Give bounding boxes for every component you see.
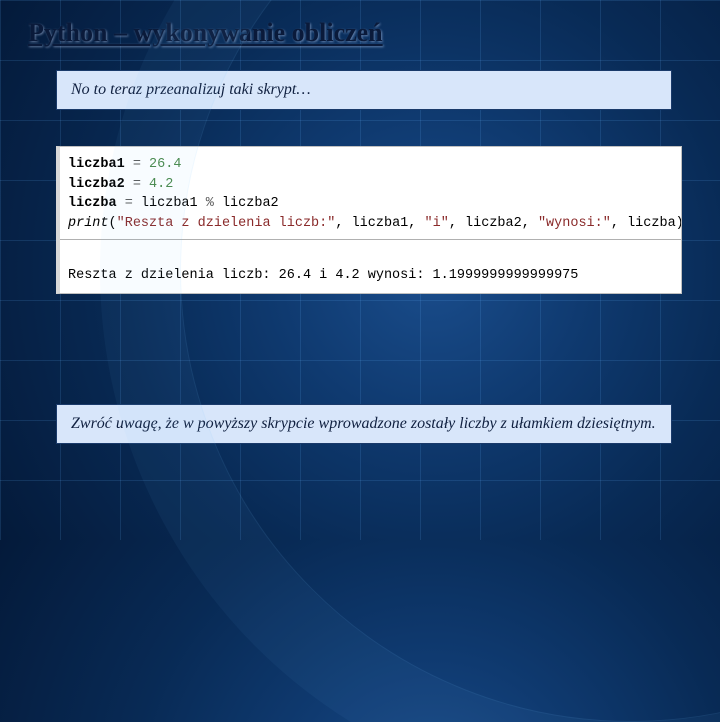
code-token: (	[109, 216, 117, 231]
code-block: liczba1 = 26.4 liczba2 = 4.2 liczba = li…	[56, 146, 682, 294]
code-token: liczba1	[352, 216, 409, 231]
code-token: "wynosi:"	[538, 216, 611, 231]
code-token: "Reszta z dzielenia liczb:"	[117, 216, 336, 231]
code-divider	[60, 239, 681, 240]
note-top: No to teraz przeanalizuj taki skrypt…	[56, 70, 672, 110]
page-title: Python – wykonywanie obliczeń	[28, 18, 692, 48]
code-token: 4.2	[149, 177, 173, 192]
code-token: 26.4	[149, 157, 181, 172]
code-token: =	[125, 177, 149, 192]
note-bottom: Zwróć uwagę, że w powyższy skrypcie wpro…	[56, 404, 672, 444]
code-token: liczba2	[465, 216, 522, 231]
code-token: ,	[335, 216, 351, 231]
code-token: liczba	[627, 216, 676, 231]
code-output: Reszta z dzielenia liczb: 26.4 i 4.2 wyn…	[68, 268, 578, 283]
code-token: ,	[408, 216, 424, 231]
code-token: =	[117, 196, 141, 211]
code-token: ,	[522, 216, 538, 231]
code-token: ,	[449, 216, 465, 231]
code-token: =	[125, 157, 149, 172]
code-token: %	[198, 196, 222, 211]
slide: Python – wykonywanie obliczeń No to tera…	[0, 0, 720, 540]
code-token: print	[68, 216, 109, 231]
code-token: liczba1	[68, 157, 125, 172]
code-token: liczba2	[222, 196, 279, 211]
code-token: liczba2	[68, 177, 125, 192]
code-token: "i"	[425, 216, 449, 231]
code-token: liczba	[68, 196, 117, 211]
code-token: )	[676, 216, 682, 231]
code-token: liczba1	[141, 196, 198, 211]
code-token: ,	[611, 216, 627, 231]
